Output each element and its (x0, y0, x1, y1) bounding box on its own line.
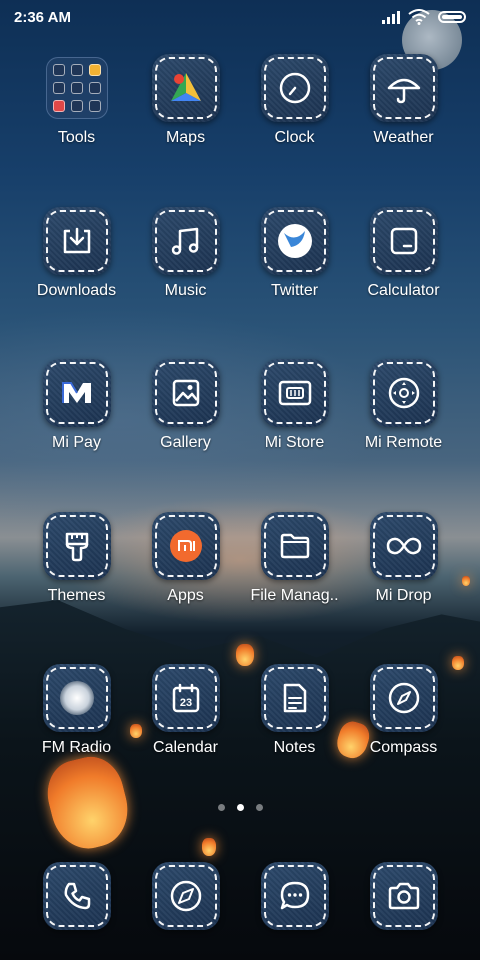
app-label: Tools (57, 129, 96, 146)
app-grid: Tools Maps Clock Weather Downloads Music… (22, 54, 458, 817)
messaging-icon (260, 862, 329, 930)
app-label: Downloads (36, 281, 117, 299)
dock-phone[interactable] (22, 862, 131, 930)
wifi-icon (408, 9, 430, 25)
dock-browser[interactable] (131, 862, 240, 930)
lantern-decor (462, 576, 470, 586)
music-note-icon (151, 206, 220, 275)
app-clock[interactable]: Clock (240, 54, 349, 207)
camera-icon (369, 862, 438, 930)
phone-icon (42, 862, 111, 930)
app-label: Apps (167, 586, 204, 604)
app-label: Maps (165, 129, 206, 146)
status-time: 2:36 AM (14, 9, 71, 26)
compass-icon (369, 664, 438, 732)
twitter-icon (260, 206, 329, 275)
paintbrush-icon (42, 511, 111, 580)
page-dot-active[interactable] (236, 804, 244, 811)
folder-icon (260, 511, 329, 580)
app-label: Mi Pay (52, 434, 101, 451)
page-dot[interactable] (217, 804, 225, 811)
calculator-icon (369, 206, 438, 275)
image-icon (151, 359, 220, 427)
download-icon (42, 206, 111, 275)
app-compass[interactable]: Compass (349, 664, 458, 817)
status-bar: 2:36 AM (0, 0, 480, 34)
app-label: Calculator (367, 281, 440, 299)
notes-icon (260, 664, 329, 732)
app-label: FM Radio (41, 739, 112, 756)
app-gallery[interactable]: Gallery (131, 359, 240, 512)
app-downloads[interactable]: Downloads (22, 206, 131, 360)
calendar-day: 23 (179, 697, 191, 709)
app-calendar[interactable]: 23 Calendar (131, 664, 240, 817)
lantern-decor (202, 838, 216, 856)
app-mi-drop[interactable]: Mi Drop (349, 511, 458, 665)
app-label: Clock (274, 129, 315, 146)
app-tools-folder[interactable]: Tools (22, 54, 131, 207)
page-indicator (0, 804, 480, 811)
app-notes[interactable]: Notes (240, 664, 349, 817)
app-twitter[interactable]: Twitter (240, 206, 349, 360)
infinity-icon (369, 511, 438, 580)
page-dot[interactable] (255, 804, 263, 811)
clock-icon (260, 54, 329, 122)
app-label: Twitter (270, 281, 319, 299)
umbrella-icon (369, 54, 438, 122)
app-label: Notes (273, 739, 316, 756)
app-apps[interactable]: Apps (131, 511, 240, 665)
signal-icon (382, 10, 400, 24)
browser-icon (151, 862, 220, 930)
dock (22, 862, 458, 930)
app-fm-radio[interactable]: FM Radio (22, 664, 131, 817)
app-label: Music (164, 281, 207, 299)
app-weather[interactable]: Weather (349, 54, 458, 207)
mi-store-icon (260, 359, 329, 427)
app-label: Mi Remote (364, 434, 443, 451)
app-label: Mi Drop (375, 586, 432, 604)
app-maps[interactable]: Maps (131, 54, 240, 207)
mi-pay-icon (42, 359, 111, 427)
app-calculator[interactable]: Calculator (349, 206, 458, 360)
battery-icon (438, 11, 466, 23)
app-label: Themes (47, 586, 106, 604)
radio-icon (42, 664, 111, 732)
app-label: Calendar (153, 739, 218, 756)
app-label: Weather (373, 129, 434, 146)
calendar-icon: 23 (151, 664, 220, 732)
app-label: Mi Store (264, 434, 325, 451)
app-label: File Manag.. (250, 586, 339, 604)
remote-icon (369, 359, 438, 427)
app-label: Compass (369, 739, 438, 756)
mi-apps-icon (151, 511, 220, 580)
app-file-manager[interactable]: File Manag.. (240, 511, 349, 665)
app-themes[interactable]: Themes (22, 511, 131, 665)
app-label: Gallery (160, 434, 211, 451)
status-icons (382, 8, 466, 26)
app-mi-pay[interactable]: Mi Pay (22, 359, 131, 512)
maps-icon (151, 54, 220, 122)
app-mi-store[interactable]: Mi Store (240, 359, 349, 512)
app-music[interactable]: Music (131, 206, 240, 360)
dock-messaging[interactable] (240, 862, 349, 930)
dock-camera[interactable] (349, 862, 458, 930)
app-mi-remote[interactable]: Mi Remote (349, 359, 458, 512)
tools-folder-icon (45, 57, 108, 119)
